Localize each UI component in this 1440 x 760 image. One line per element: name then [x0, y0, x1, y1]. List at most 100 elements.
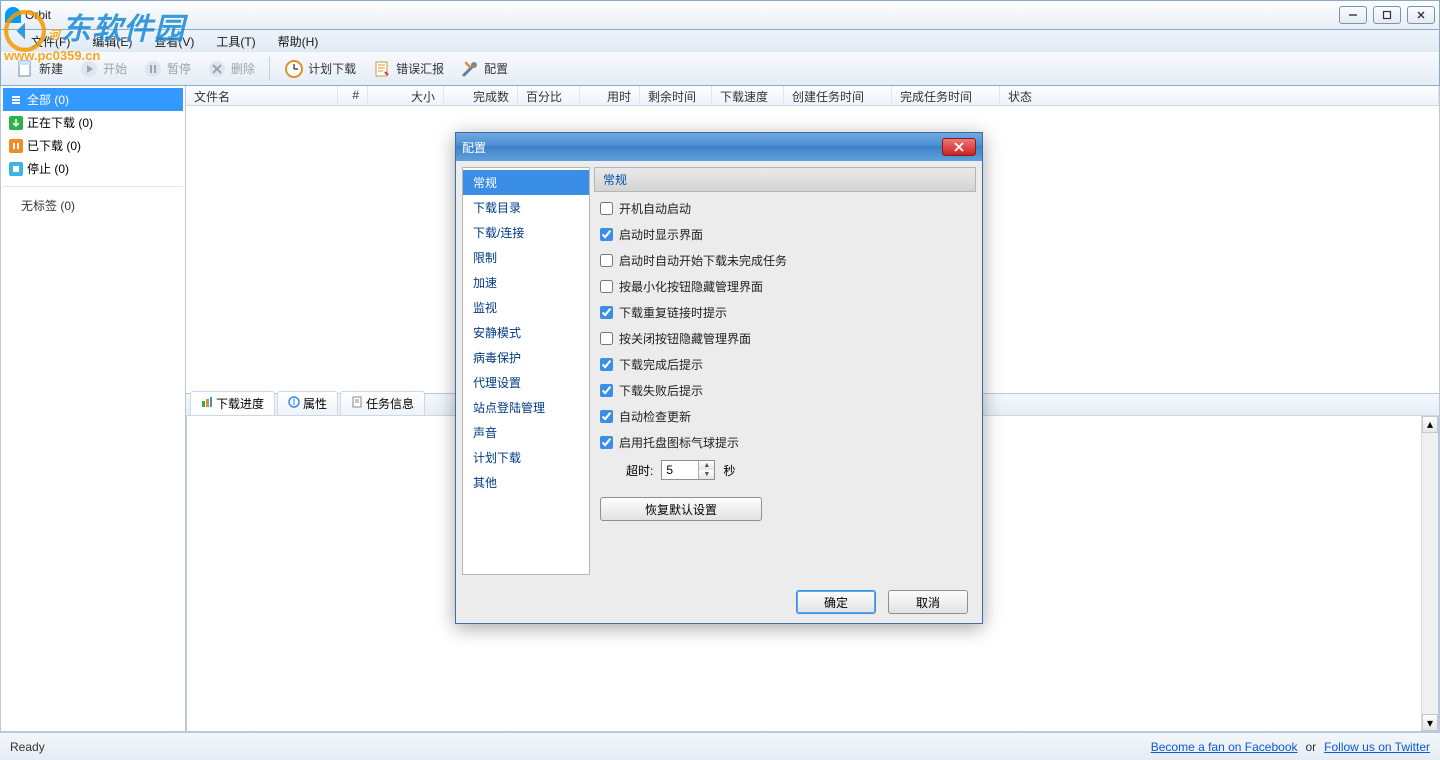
scroll-up-icon[interactable]: ▴ — [1422, 416, 1438, 433]
checkbox[interactable] — [600, 358, 613, 371]
col-elapsed[interactable]: 用时 — [580, 86, 640, 105]
checkbox[interactable] — [600, 410, 613, 423]
col-completed[interactable]: 完成任务时间 — [892, 86, 1000, 105]
col-speed[interactable]: 下载速度 — [712, 86, 784, 105]
toolbar: 新建 开始 暂停 删除 计划下载 错误汇报 配置 — [0, 52, 1440, 86]
ok-button[interactable]: 确定 — [796, 590, 876, 614]
nav-sound[interactable]: 声音 — [463, 420, 589, 445]
config-button[interactable]: 配置 — [452, 57, 516, 81]
props-icon: i — [288, 396, 300, 411]
scrollbar[interactable]: ▴ ▾ — [1421, 416, 1438, 731]
start-button[interactable]: 开始 — [71, 57, 135, 81]
wrench-icon — [460, 59, 480, 79]
stop-icon — [9, 162, 23, 176]
menu-file[interactable]: 文件(F) — [21, 31, 80, 52]
opt-minhide[interactable]: 按最小化按钮隐藏管理界面 — [600, 278, 970, 295]
schedule-label: 计划下载 — [308, 60, 356, 77]
tab-props[interactable]: i属性 — [277, 391, 338, 415]
checkbox[interactable] — [600, 436, 613, 449]
col-index[interactable]: # — [338, 86, 368, 105]
sidebar-no-tags[interactable]: 无标签 (0) — [1, 191, 185, 220]
pause-label: 暂停 — [167, 60, 191, 77]
config-dialog: 配置 常规 下载目录 下载/连接 限制 加速 监视 安静模式 病毒保护 代理设置… — [455, 132, 983, 624]
opt-label: 下载完成后提示 — [619, 356, 703, 373]
nav-schedule[interactable]: 计划下载 — [463, 445, 589, 470]
menubar: 文件(F) 编辑(E) 查看(V) 工具(T) 帮助(H) — [0, 30, 1440, 52]
opt-resume[interactable]: 启动时自动开始下载未完成任务 — [600, 252, 970, 269]
scroll-down-icon[interactable]: ▾ — [1422, 714, 1438, 731]
checkbox[interactable] — [600, 332, 613, 345]
nav-sitelogin[interactable]: 站点登陆管理 — [463, 395, 589, 420]
dialog-close-button[interactable] — [942, 138, 976, 156]
timeout-label: 超时: — [626, 462, 653, 479]
checkbox[interactable] — [600, 228, 613, 241]
spin-down-icon[interactable]: ▼ — [699, 470, 714, 479]
pause-button[interactable]: 暂停 — [135, 57, 199, 81]
opt-checkupd[interactable]: 自动检查更新 — [600, 408, 970, 425]
tab-info[interactable]: 任务信息 — [340, 391, 425, 415]
menu-help[interactable]: 帮助(H) — [268, 31, 329, 52]
opt-duplink[interactable]: 下载重复链接时提示 — [600, 304, 970, 321]
col-status[interactable]: 状态 — [1000, 86, 1439, 105]
menu-edit[interactable]: 编辑(E) — [82, 31, 142, 52]
nav-download-dir[interactable]: 下载目录 — [463, 195, 589, 220]
nav-virus[interactable]: 病毒保护 — [463, 345, 589, 370]
checkbox[interactable] — [600, 306, 613, 319]
nav-connection[interactable]: 下载/连接 — [463, 220, 589, 245]
nav-monitor[interactable]: 监视 — [463, 295, 589, 320]
status-or: or — [1306, 740, 1317, 754]
nav-proxy[interactable]: 代理设置 — [463, 370, 589, 395]
opt-closehide[interactable]: 按关闭按钮隐藏管理界面 — [600, 330, 970, 347]
col-created[interactable]: 创建任务时间 — [784, 86, 892, 105]
col-remain[interactable]: 剩余时间 — [640, 86, 712, 105]
nav-accel[interactable]: 加速 — [463, 270, 589, 295]
col-size[interactable]: 大小 — [368, 86, 444, 105]
sidebar-item-downloaded[interactable]: 已下载 (0) — [3, 134, 183, 157]
close-button[interactable] — [1407, 6, 1435, 24]
new-button[interactable]: 新建 — [7, 57, 71, 81]
opt-label: 启用托盘图标气球提示 — [619, 434, 739, 451]
nav-limit[interactable]: 限制 — [463, 245, 589, 270]
app-icon — [5, 7, 21, 23]
timeout-spinner[interactable]: ▲▼ — [661, 460, 715, 480]
minimize-button[interactable] — [1339, 6, 1367, 24]
opt-donetip[interactable]: 下载完成后提示 — [600, 356, 970, 373]
menu-view[interactable]: 查看(V) — [144, 31, 204, 52]
nav-other[interactable]: 其他 — [463, 470, 589, 495]
col-done[interactable]: 完成数 — [444, 86, 518, 105]
opt-label: 下载失败后提示 — [619, 382, 703, 399]
checkbox[interactable] — [600, 280, 613, 293]
checkbox[interactable] — [600, 254, 613, 267]
delete-button[interactable]: 删除 — [199, 57, 263, 81]
menu-tools[interactable]: 工具(T) — [206, 31, 265, 52]
restore-defaults-button[interactable]: 恢复默认设置 — [600, 497, 762, 521]
sidebar-item-stopped[interactable]: 停止 (0) — [3, 157, 183, 180]
timeout-input[interactable] — [662, 461, 698, 479]
error-report-button[interactable]: 错误汇报 — [364, 57, 452, 81]
sidebar-item-all[interactable]: 全部 (0) — [3, 88, 183, 111]
timeout-unit: 秒 — [723, 462, 735, 479]
checkbox[interactable] — [600, 202, 613, 215]
col-percent[interactable]: 百分比 — [518, 86, 580, 105]
opt-balloon[interactable]: 启用托盘图标气球提示 — [600, 434, 970, 451]
twitter-link[interactable]: Follow us on Twitter — [1324, 740, 1430, 754]
dialog-nav: 常规 下载目录 下载/连接 限制 加速 监视 安静模式 病毒保护 代理设置 站点… — [462, 167, 590, 575]
sidebar-item-downloading[interactable]: 正在下载 (0) — [3, 111, 183, 134]
opt-failtip[interactable]: 下载失败后提示 — [600, 382, 970, 399]
sidebar-item-label: 停止 (0) — [27, 160, 69, 177]
checkbox[interactable] — [600, 384, 613, 397]
opt-autostart[interactable]: 开机自动启动 — [600, 200, 970, 217]
col-filename[interactable]: 文件名 — [186, 86, 338, 105]
schedule-button[interactable]: 计划下载 — [276, 57, 364, 81]
dialog-title: 配置 — [462, 139, 942, 156]
dialog-titlebar[interactable]: 配置 — [456, 133, 982, 161]
opt-showui[interactable]: 启动时显示界面 — [600, 226, 970, 243]
cancel-button[interactable]: 取消 — [888, 590, 968, 614]
tab-progress[interactable]: 下载进度 — [190, 391, 275, 415]
sidebar-item-label: 全部 (0) — [27, 91, 69, 108]
maximize-button[interactable] — [1373, 6, 1401, 24]
facebook-link[interactable]: Become a fan on Facebook — [1151, 740, 1298, 754]
nav-general[interactable]: 常规 — [463, 170, 589, 195]
nav-quiet[interactable]: 安静模式 — [463, 320, 589, 345]
spin-up-icon[interactable]: ▲ — [699, 461, 714, 470]
